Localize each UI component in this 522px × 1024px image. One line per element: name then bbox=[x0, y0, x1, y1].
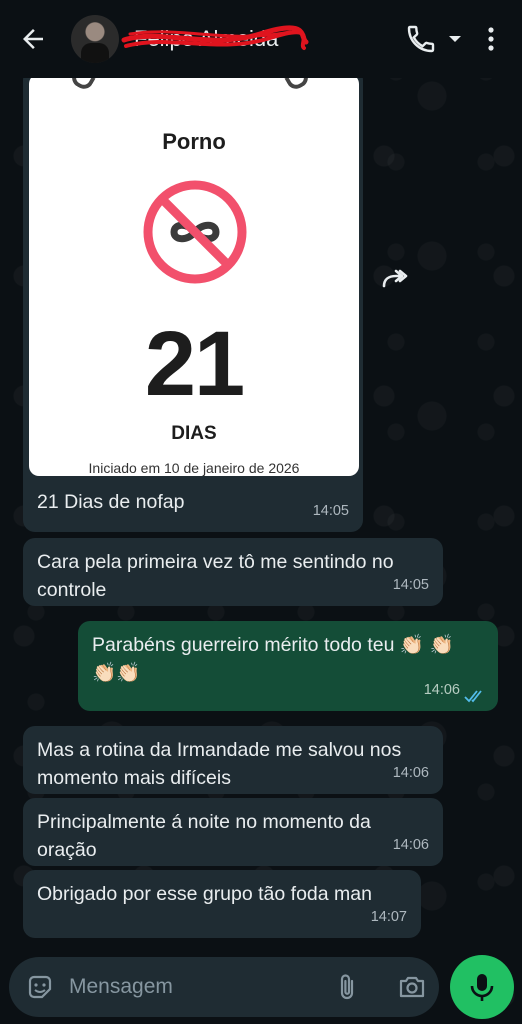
sticker-icon[interactable] bbox=[25, 972, 55, 1002]
forward-icon[interactable] bbox=[378, 262, 412, 296]
days-count: 21 bbox=[144, 313, 245, 415]
mic-button[interactable] bbox=[450, 955, 514, 1019]
days-label: DIAS bbox=[171, 423, 217, 444]
message-input[interactable] bbox=[69, 971, 319, 1003]
message-list[interactable]: Porno 21 DIAS Iniciado em 10 de janeiro … bbox=[0, 68, 522, 940]
phone-icon[interactable] bbox=[405, 23, 437, 55]
contact-avatar[interactable] bbox=[71, 15, 119, 63]
microphone-icon bbox=[470, 974, 494, 1001]
incoming-message[interactable]: Obrigado por esse grupo tão foda man 14:… bbox=[23, 870, 421, 938]
message-text: 21 Dias de nofap bbox=[37, 491, 185, 513]
card-title: Porno bbox=[162, 129, 226, 154]
message-text: Cara pela primeira vez tô me sentindo no… bbox=[37, 551, 394, 601]
no-infinity-icon bbox=[143, 180, 247, 284]
image-message[interactable]: Porno 21 DIAS Iniciado em 10 de janeiro … bbox=[23, 68, 363, 532]
message-time: 14:06 bbox=[392, 765, 429, 781]
message-time: 14:05 bbox=[392, 577, 429, 593]
incoming-message[interactable]: Mas a rotina da Irmandade me salvou nos … bbox=[23, 726, 443, 794]
read-ticks-icon bbox=[464, 690, 482, 703]
message-text: Parabéns guerreiro mérito todo teu 👏🏻 👏🏻… bbox=[92, 634, 454, 684]
message-time: 14:07 bbox=[370, 909, 407, 925]
message-text: Principalmente á noite no momento da ora… bbox=[37, 811, 371, 861]
chat-header: Felipe Almeida bbox=[0, 0, 522, 78]
start-date-text: Iniciado em 10 de janeiro de 2026 bbox=[88, 460, 300, 476]
more-vert-icon[interactable] bbox=[480, 24, 502, 54]
message-time: 14:06 bbox=[392, 837, 429, 853]
message-text: Obrigado por esse grupo tão foda man bbox=[37, 883, 372, 905]
message-composer bbox=[9, 957, 439, 1017]
incoming-message[interactable]: Cara pela primeira vez tô me sentindo no… bbox=[23, 538, 443, 606]
chevron-down-icon[interactable] bbox=[446, 30, 464, 48]
incoming-message[interactable]: Principalmente á noite no momento da ora… bbox=[23, 798, 443, 866]
message-time: 14:05 bbox=[312, 503, 349, 519]
streak-card-image[interactable]: Porno 21 DIAS Iniciado em 10 de janeiro … bbox=[29, 74, 359, 476]
paperclip-icon[interactable] bbox=[335, 971, 359, 1003]
camera-icon[interactable] bbox=[397, 972, 427, 1002]
message-text: Mas a rotina da Irmandade me salvou nos … bbox=[37, 739, 402, 789]
name-redaction-scribble bbox=[121, 25, 309, 50]
outgoing-message[interactable]: Parabéns guerreiro mérito todo teu 👏🏻 👏🏻… bbox=[78, 621, 498, 711]
arrow-left-icon[interactable] bbox=[18, 24, 48, 54]
message-time: 14:06 bbox=[423, 682, 460, 698]
